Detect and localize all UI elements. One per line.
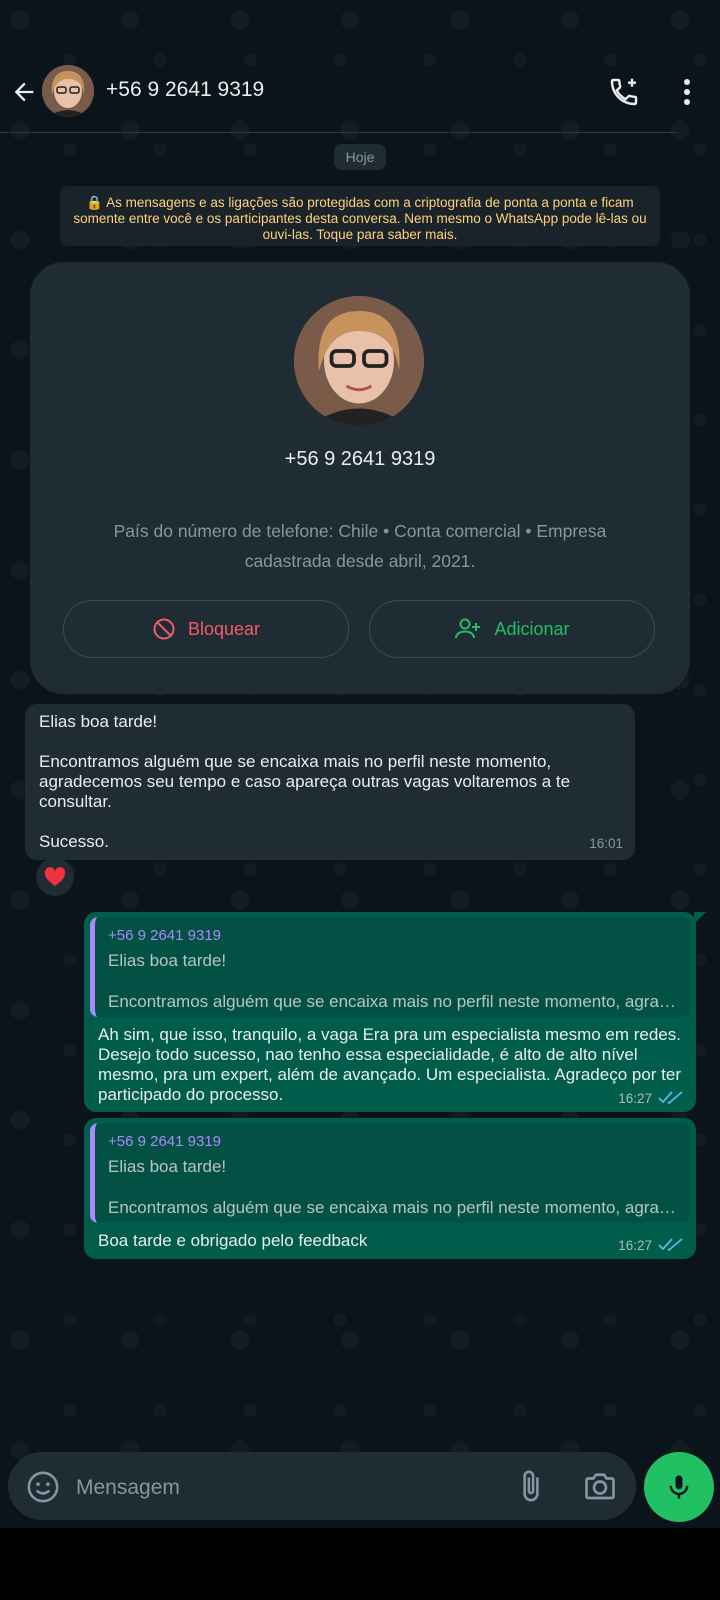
date-chip: Hoje (334, 144, 386, 170)
chat-header: +56 9 2641 9319 (0, 56, 690, 133)
avatar-photo (42, 65, 94, 117)
heart-icon (44, 867, 66, 887)
add-call-button[interactable] (604, 72, 644, 112)
back-button[interactable] (6, 74, 42, 110)
message-time: 16:27 (618, 1237, 652, 1253)
quote-text: Elias boa tarde! (108, 951, 227, 970)
message-time: 16:27 (618, 1090, 652, 1106)
quote-author: +56 9 2641 9319 (108, 927, 222, 944)
quote-author: +56 9 2641 9319 (108, 1133, 222, 1150)
block-icon (153, 618, 175, 640)
more-options-button[interactable] (670, 72, 704, 112)
incoming-message[interactable]: Elias boa tarde! Encontramos alguém que … (25, 704, 635, 860)
message-status: 16:27 (618, 1237, 684, 1253)
mic-icon (669, 1475, 689, 1499)
message-status: 16:27 (618, 1090, 684, 1106)
quote-text: Elias boa tarde! (108, 1157, 227, 1176)
voice-message-button[interactable] (644, 1452, 714, 1522)
status-bar (0, 0, 720, 56)
emoji-icon[interactable] (26, 1470, 60, 1504)
avatar-photo (294, 296, 424, 426)
add-call-icon (610, 78, 638, 106)
contact-card-meta: País do número de telefone: Chile • Cont… (113, 521, 607, 571)
contact-card-number: +56 9 2641 9319 (284, 448, 436, 470)
contact-card-avatar[interactable] (294, 296, 424, 426)
quote-text: Encontramos alguém que se encaixa mais n… (108, 1198, 676, 1217)
quote-text: Encontramos alguém que se encaixa mais n… (108, 992, 676, 1011)
add-contact-button[interactable]: Adicionar (369, 600, 655, 658)
message-text: Boa tarde e obrigado pelo feedback (98, 1231, 368, 1250)
message-text-line: Elias boa tarde! (39, 712, 158, 731)
add-label: Adicionar (494, 618, 570, 639)
outgoing-message[interactable]: +56 9 2641 9319 Elias boa tarde! Encontr… (84, 1118, 696, 1259)
message-composer (8, 1452, 636, 1520)
bubble-tail (694, 912, 706, 924)
encryption-notice[interactable]: 🔒 As mensagens e as ligações são protegi… (60, 186, 660, 246)
message-text: Ah sim, que isso, tranquilo, a vaga Era … (98, 1025, 682, 1104)
quoted-message[interactable]: +56 9 2641 9319 Elias boa tarde! Encontr… (90, 1123, 690, 1223)
message-text-line: Sucesso. (39, 832, 109, 851)
block-label: Bloquear (187, 618, 261, 639)
system-navigation-bar (0, 1528, 720, 1600)
attach-icon[interactable] (514, 1468, 548, 1504)
message-input[interactable] (74, 1470, 478, 1506)
message-reaction[interactable] (36, 858, 74, 896)
more-vert-icon (684, 79, 690, 105)
contact-info-card: +56 9 2641 9319 País do número de telefo… (30, 262, 690, 694)
camera-icon[interactable] (582, 1468, 618, 1504)
contact-name[interactable]: +56 9 2641 9319 (106, 78, 264, 102)
message-time: 16:01 (589, 836, 623, 851)
add-person-icon (455, 618, 481, 639)
contact-avatar[interactable] (42, 65, 94, 117)
double-check-icon (658, 1238, 683, 1252)
block-button[interactable]: Bloquear (63, 600, 349, 658)
message-text-line: Encontramos alguém que se encaixa mais n… (39, 752, 575, 811)
back-arrow-icon (14, 82, 34, 102)
outgoing-message[interactable]: +56 9 2641 9319 Elias boa tarde! Encontr… (84, 912, 706, 1112)
double-check-icon (658, 1091, 683, 1105)
quoted-message[interactable]: +56 9 2641 9319 Elias boa tarde! Encontr… (90, 917, 690, 1017)
